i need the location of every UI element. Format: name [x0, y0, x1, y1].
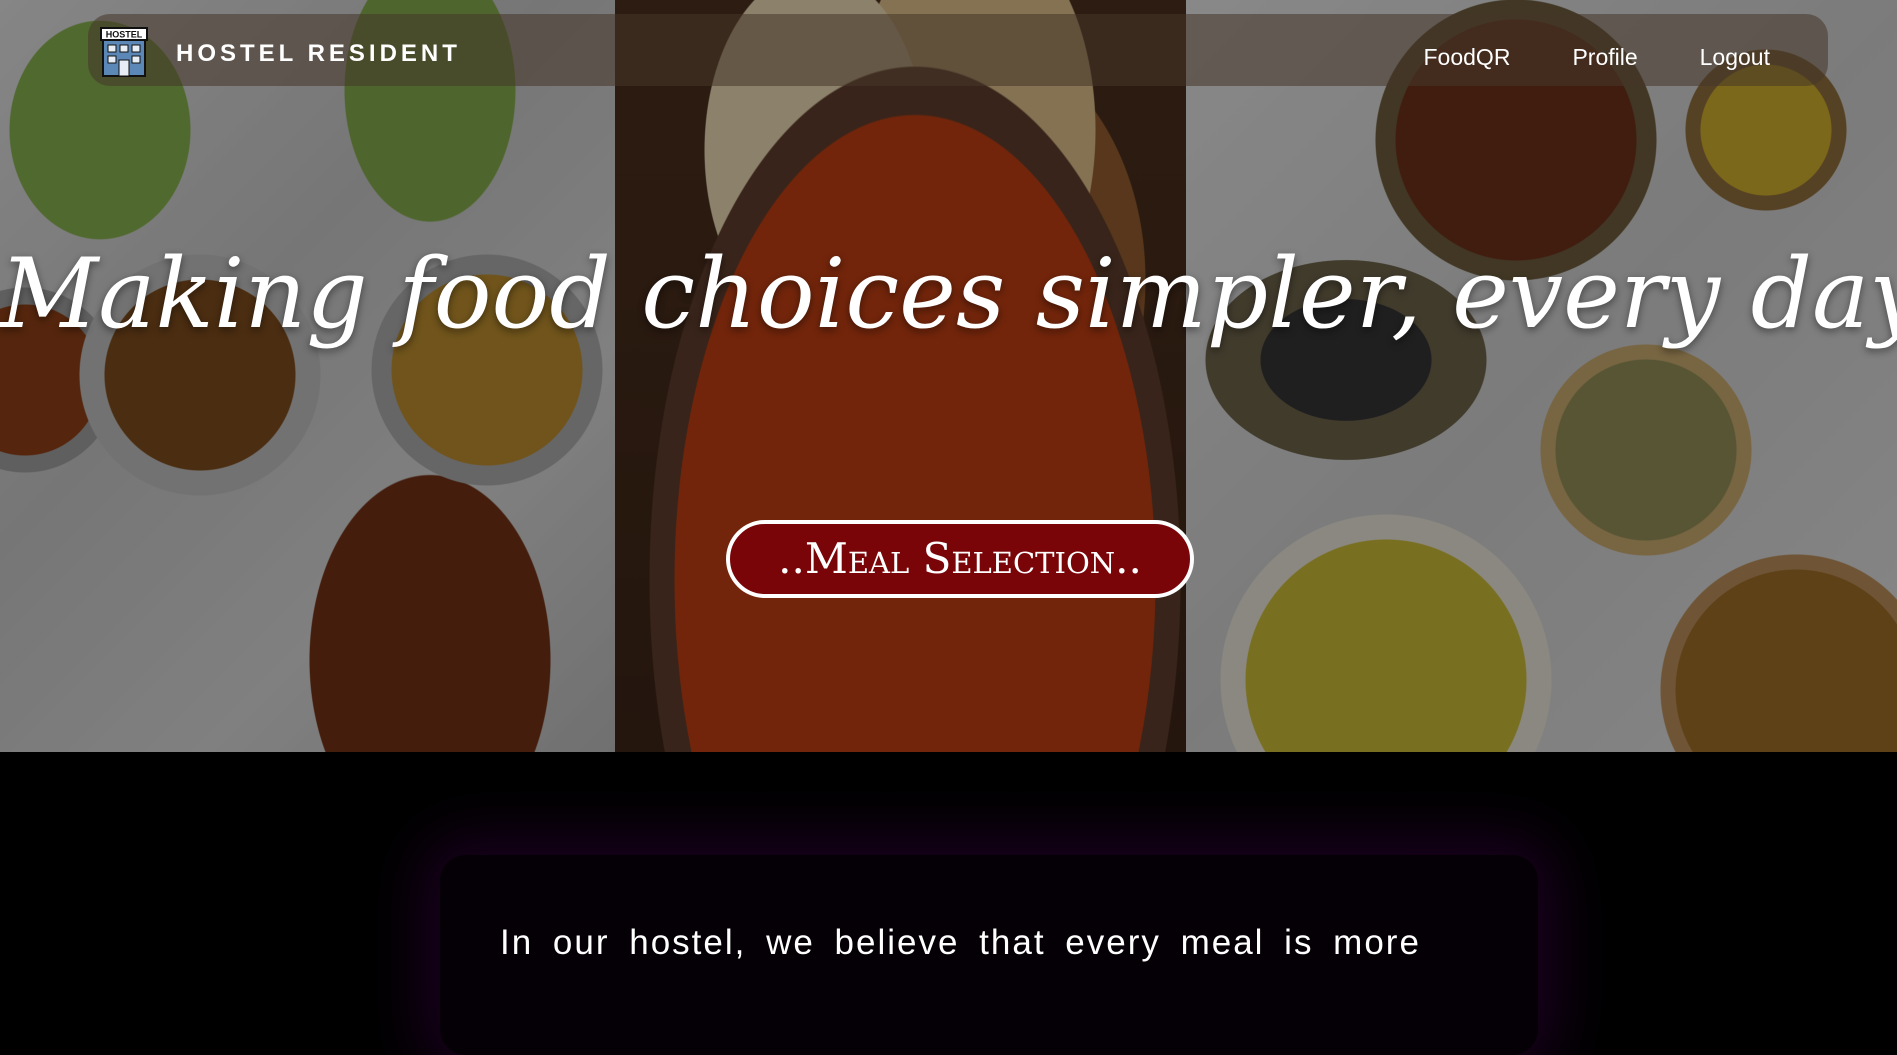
about-text: In our hostel, we believe that every mea…: [500, 923, 1421, 962]
brand-logo-text: HOSTEL: [106, 30, 143, 40]
hero-section: HOSTEL HOSTEL RESIDENT FoodQR Profile Lo…: [0, 0, 1897, 752]
brand-name: HOSTEL RESIDENT: [176, 40, 461, 67]
top-navbar: HOSTEL HOSTEL RESIDENT FoodQR Profile Lo…: [88, 14, 1828, 86]
hostel-building-icon[interactable]: HOSTEL: [98, 26, 150, 78]
hero-title: Making food choices simpler, every day: [0, 238, 1897, 350]
nav-link-profile[interactable]: Profile: [1572, 44, 1637, 71]
nav-link-foodqr[interactable]: FoodQR: [1424, 44, 1511, 71]
nav-link-logout[interactable]: Logout: [1700, 44, 1770, 71]
hero-dark-overlay: [0, 0, 1897, 752]
nav-links: FoodQR Profile Logout: [1424, 44, 1771, 71]
about-card: In our hostel, we believe that every mea…: [440, 855, 1538, 1055]
meal-selection-button[interactable]: ..Meal Selection..: [726, 520, 1194, 598]
